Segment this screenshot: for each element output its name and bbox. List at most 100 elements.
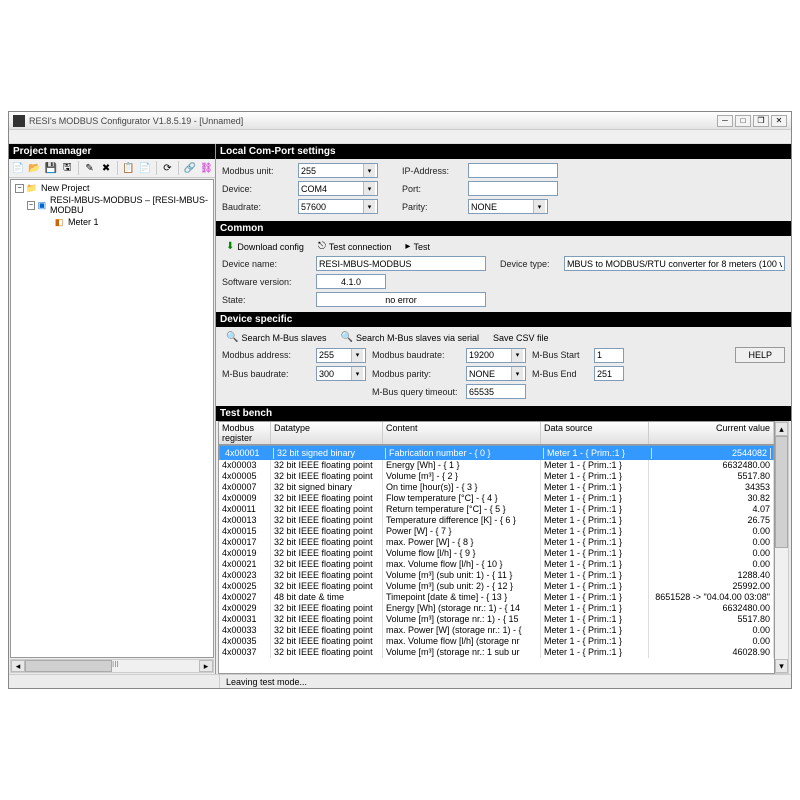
table-row[interactable]: 4x0003532 bit IEEE floating pointmax. Vo… — [219, 636, 774, 647]
modaddr-select[interactable]: 255▾ — [316, 348, 366, 363]
baud-label: Baudrate: — [222, 202, 292, 212]
chevron-down-icon: ▾ — [511, 349, 523, 362]
table-row[interactable]: 4x0002532 bit IEEE floating pointVolume … — [219, 581, 774, 592]
table-row[interactable]: 4x0000932 bit IEEE floating pointFlow te… — [219, 493, 774, 504]
chevron-down-icon: ▾ — [363, 200, 375, 213]
mbusend-input[interactable] — [594, 366, 624, 381]
col-datatype[interactable]: Datatype — [271, 422, 383, 444]
test-button[interactable]: ▸Test — [401, 240, 434, 253]
ip-input[interactable] — [468, 163, 558, 178]
h-scrollbar[interactable]: ◂ III ▸ — [10, 659, 214, 673]
modbaud-label: Modbus baudrate: — [372, 350, 460, 360]
project-toolbar: 📄 📂 💾 🖫 ✎ ✖ 📋 📄 ⟳ 🔗 ⛓ — [9, 159, 215, 178]
table-row[interactable]: 4x0001332 bit IEEE floating pointTempera… — [219, 515, 774, 526]
swver-input — [316, 274, 386, 289]
new-icon[interactable]: 📄 — [11, 161, 24, 175]
chevron-down-icon: ▾ — [363, 164, 375, 177]
chevron-down-icon: ▾ — [351, 367, 363, 380]
device-select[interactable]: COM4▾ — [298, 181, 378, 196]
statusbar: Leaving test mode... — [9, 674, 791, 688]
col-content[interactable]: Content — [383, 422, 541, 444]
table-row[interactable]: 4x0000132 bit signed binaryFabrication n… — [219, 445, 774, 460]
unlink-icon[interactable]: ⛓ — [200, 161, 213, 175]
table-row[interactable]: 4x0002932 bit IEEE floating pointEnergy … — [219, 603, 774, 614]
tree-node-label: RESI-MBUS-MODBUS – [RESI-MBUS-MODBU — [50, 195, 211, 215]
tree-meter-leaf[interactable]: ◧ Meter 1 — [13, 216, 211, 228]
table-row[interactable]: 4x0002332 bit IEEE floating pointVolume … — [219, 570, 774, 581]
scroll-thumb[interactable] — [25, 660, 112, 672]
table-row[interactable]: 4x0001532 bit IEEE floating pointPower [… — [219, 526, 774, 537]
scroll-down-icon[interactable]: ▾ — [775, 659, 788, 673]
col-datasource[interactable]: Data source — [541, 422, 649, 444]
mbustimeout-label: M-Bus query timeout: — [372, 387, 460, 397]
modbus-unit-select[interactable]: 255▾ — [298, 163, 378, 178]
mbusbaud-select[interactable]: 300▾ — [316, 366, 366, 381]
mbusstart-label: M-Bus Start — [532, 350, 588, 360]
col-currentvalue[interactable]: Current value — [649, 422, 774, 444]
table-row[interactable]: 4x0002132 bit IEEE floating pointmax. Vo… — [219, 559, 774, 570]
scroll-up-icon[interactable]: ▴ — [775, 422, 788, 436]
tree-device-node[interactable]: − ▣ RESI-MBUS-MODBUS – [RESI-MBUS-MODBU — [13, 194, 211, 216]
testbench-table[interactable]: Modbus register Datatype Content Data so… — [218, 421, 775, 674]
search-mbus-button[interactable]: 🔍Search M-Bus slaves — [222, 331, 330, 344]
table-row[interactable]: 4x0003332 bit IEEE floating pointmax. Po… — [219, 625, 774, 636]
refresh-icon[interactable]: ⟳ — [161, 161, 174, 175]
table-row[interactable]: 4x0001732 bit IEEE floating pointmax. Po… — [219, 537, 774, 548]
mbusend-label: M-Bus End — [532, 369, 588, 379]
baud-select[interactable]: 57600▾ — [298, 199, 378, 214]
delete-icon[interactable]: ✖ — [99, 161, 112, 175]
titlebar[interactable]: RESI's MODBUS Configurator V1.8.5.19 - [… — [9, 112, 791, 130]
port-label: Port: — [402, 184, 462, 194]
table-row[interactable]: 4x0000732 bit signed binaryOn time [hour… — [219, 482, 774, 493]
help-button[interactable]: HELP — [735, 347, 785, 363]
state-input — [316, 292, 486, 307]
table-row[interactable]: 4x0001932 bit IEEE floating pointVolume … — [219, 548, 774, 559]
table-row[interactable]: 4x0003732 bit IEEE floating pointVolume … — [219, 647, 774, 658]
collapse-icon[interactable]: − — [15, 184, 24, 193]
edit-icon[interactable]: ✎ — [83, 161, 96, 175]
tree-root[interactable]: − 📁 New Project — [13, 182, 211, 194]
scroll-thumb[interactable] — [775, 436, 788, 548]
link-icon[interactable]: 🔗 — [183, 161, 196, 175]
copy-icon[interactable]: 📋 — [122, 161, 135, 175]
device-label: Device: — [222, 184, 292, 194]
app-icon — [13, 115, 25, 127]
table-row[interactable]: 4x0001132 bit IEEE floating pointReturn … — [219, 504, 774, 515]
modparity-select[interactable]: NONE▾ — [466, 366, 526, 381]
paste-icon[interactable]: 📄 — [138, 161, 151, 175]
download-icon: ⬇ — [226, 241, 234, 252]
close-button[interactable]: ✕ — [771, 115, 787, 127]
project-tree[interactable]: − 📁 New Project − ▣ RESI-MBUS-MODBUS – [… — [10, 179, 214, 658]
mbustimeout-input[interactable] — [466, 384, 526, 399]
devspec-header: Device specific — [216, 312, 791, 327]
maximize-button[interactable]: □ — [735, 115, 751, 127]
search-mbus-serial-button[interactable]: 🔍Search M-Bus slaves via serial — [336, 331, 483, 344]
devtype-input[interactable] — [564, 256, 785, 271]
save-icon[interactable]: 💾 — [44, 161, 57, 175]
swver-label: Software version: — [222, 277, 310, 287]
minimize-button[interactable]: ─ — [717, 115, 733, 127]
save-csv-button[interactable]: Save CSV file — [489, 332, 553, 344]
restore-button[interactable]: ❐ — [753, 115, 769, 127]
collapse-icon[interactable]: − — [27, 201, 35, 210]
scroll-right-icon[interactable]: ▸ — [199, 660, 213, 672]
download-config-button[interactable]: ⬇Download config — [222, 240, 308, 253]
open-icon[interactable]: 📂 — [27, 161, 40, 175]
scroll-left-icon[interactable]: ◂ — [11, 660, 25, 672]
col-register[interactable]: Modbus register — [219, 422, 271, 444]
port-input[interactable] — [468, 181, 558, 196]
v-scrollbar[interactable]: ▴ ▾ — [775, 421, 789, 674]
table-row[interactable]: 4x0002748 bit date & timeTimepoint [date… — [219, 592, 774, 603]
ip-label: IP-Address: — [402, 166, 462, 176]
table-row[interactable]: 4x0000532 bit IEEE floating pointVolume … — [219, 471, 774, 482]
mbusbaud-label: M-Bus baudrate: — [222, 369, 310, 379]
mbusstart-input[interactable] — [594, 348, 624, 363]
devname-input[interactable] — [316, 256, 486, 271]
test-connection-button[interactable]: ⎋Test connection — [314, 240, 395, 253]
modbaud-select[interactable]: 19200▾ — [466, 348, 526, 363]
table-row[interactable]: 4x0000332 bit IEEE floating pointEnergy … — [219, 460, 774, 471]
status-text: Leaving test mode... — [219, 675, 313, 688]
saveas-icon[interactable]: 🖫 — [60, 161, 73, 175]
parity-select[interactable]: NONE▾ — [468, 199, 548, 214]
table-row[interactable]: 4x0003132 bit IEEE floating pointVolume … — [219, 614, 774, 625]
